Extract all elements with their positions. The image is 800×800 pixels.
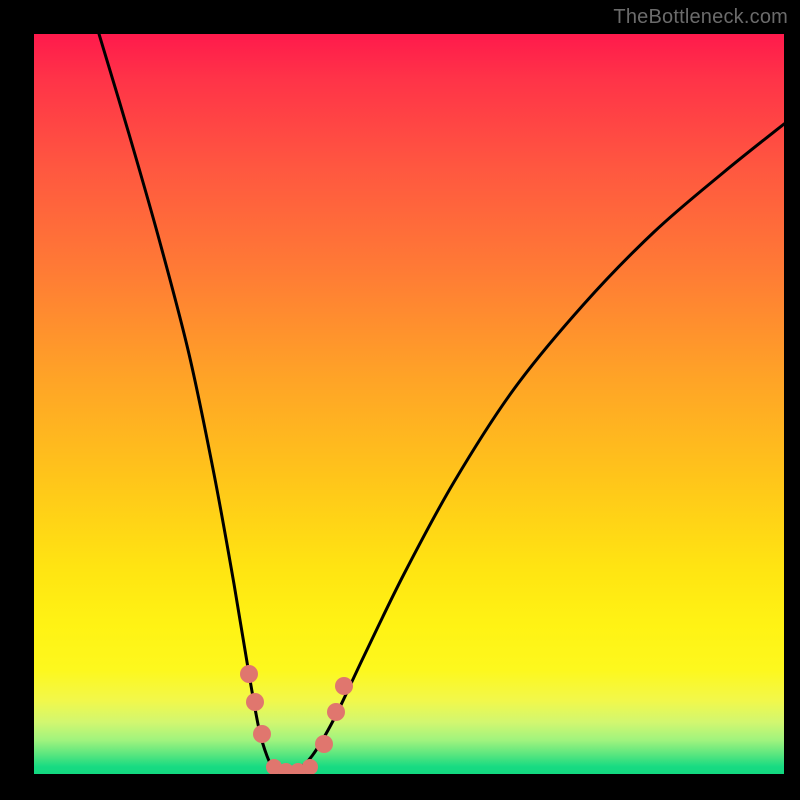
curve-marker bbox=[302, 759, 318, 774]
curve-marker bbox=[253, 725, 271, 743]
curve-marker bbox=[335, 677, 353, 695]
watermark-text: TheBottleneck.com bbox=[613, 6, 788, 29]
curve-marker bbox=[315, 735, 333, 753]
curve-layer bbox=[34, 34, 784, 774]
chart-frame: TheBottleneck.com bbox=[0, 0, 800, 800]
curve-marker bbox=[327, 703, 345, 721]
plot-area bbox=[34, 34, 784, 774]
v-curve-line bbox=[99, 34, 784, 772]
curve-marker bbox=[246, 693, 264, 711]
curve-marker bbox=[240, 665, 258, 683]
